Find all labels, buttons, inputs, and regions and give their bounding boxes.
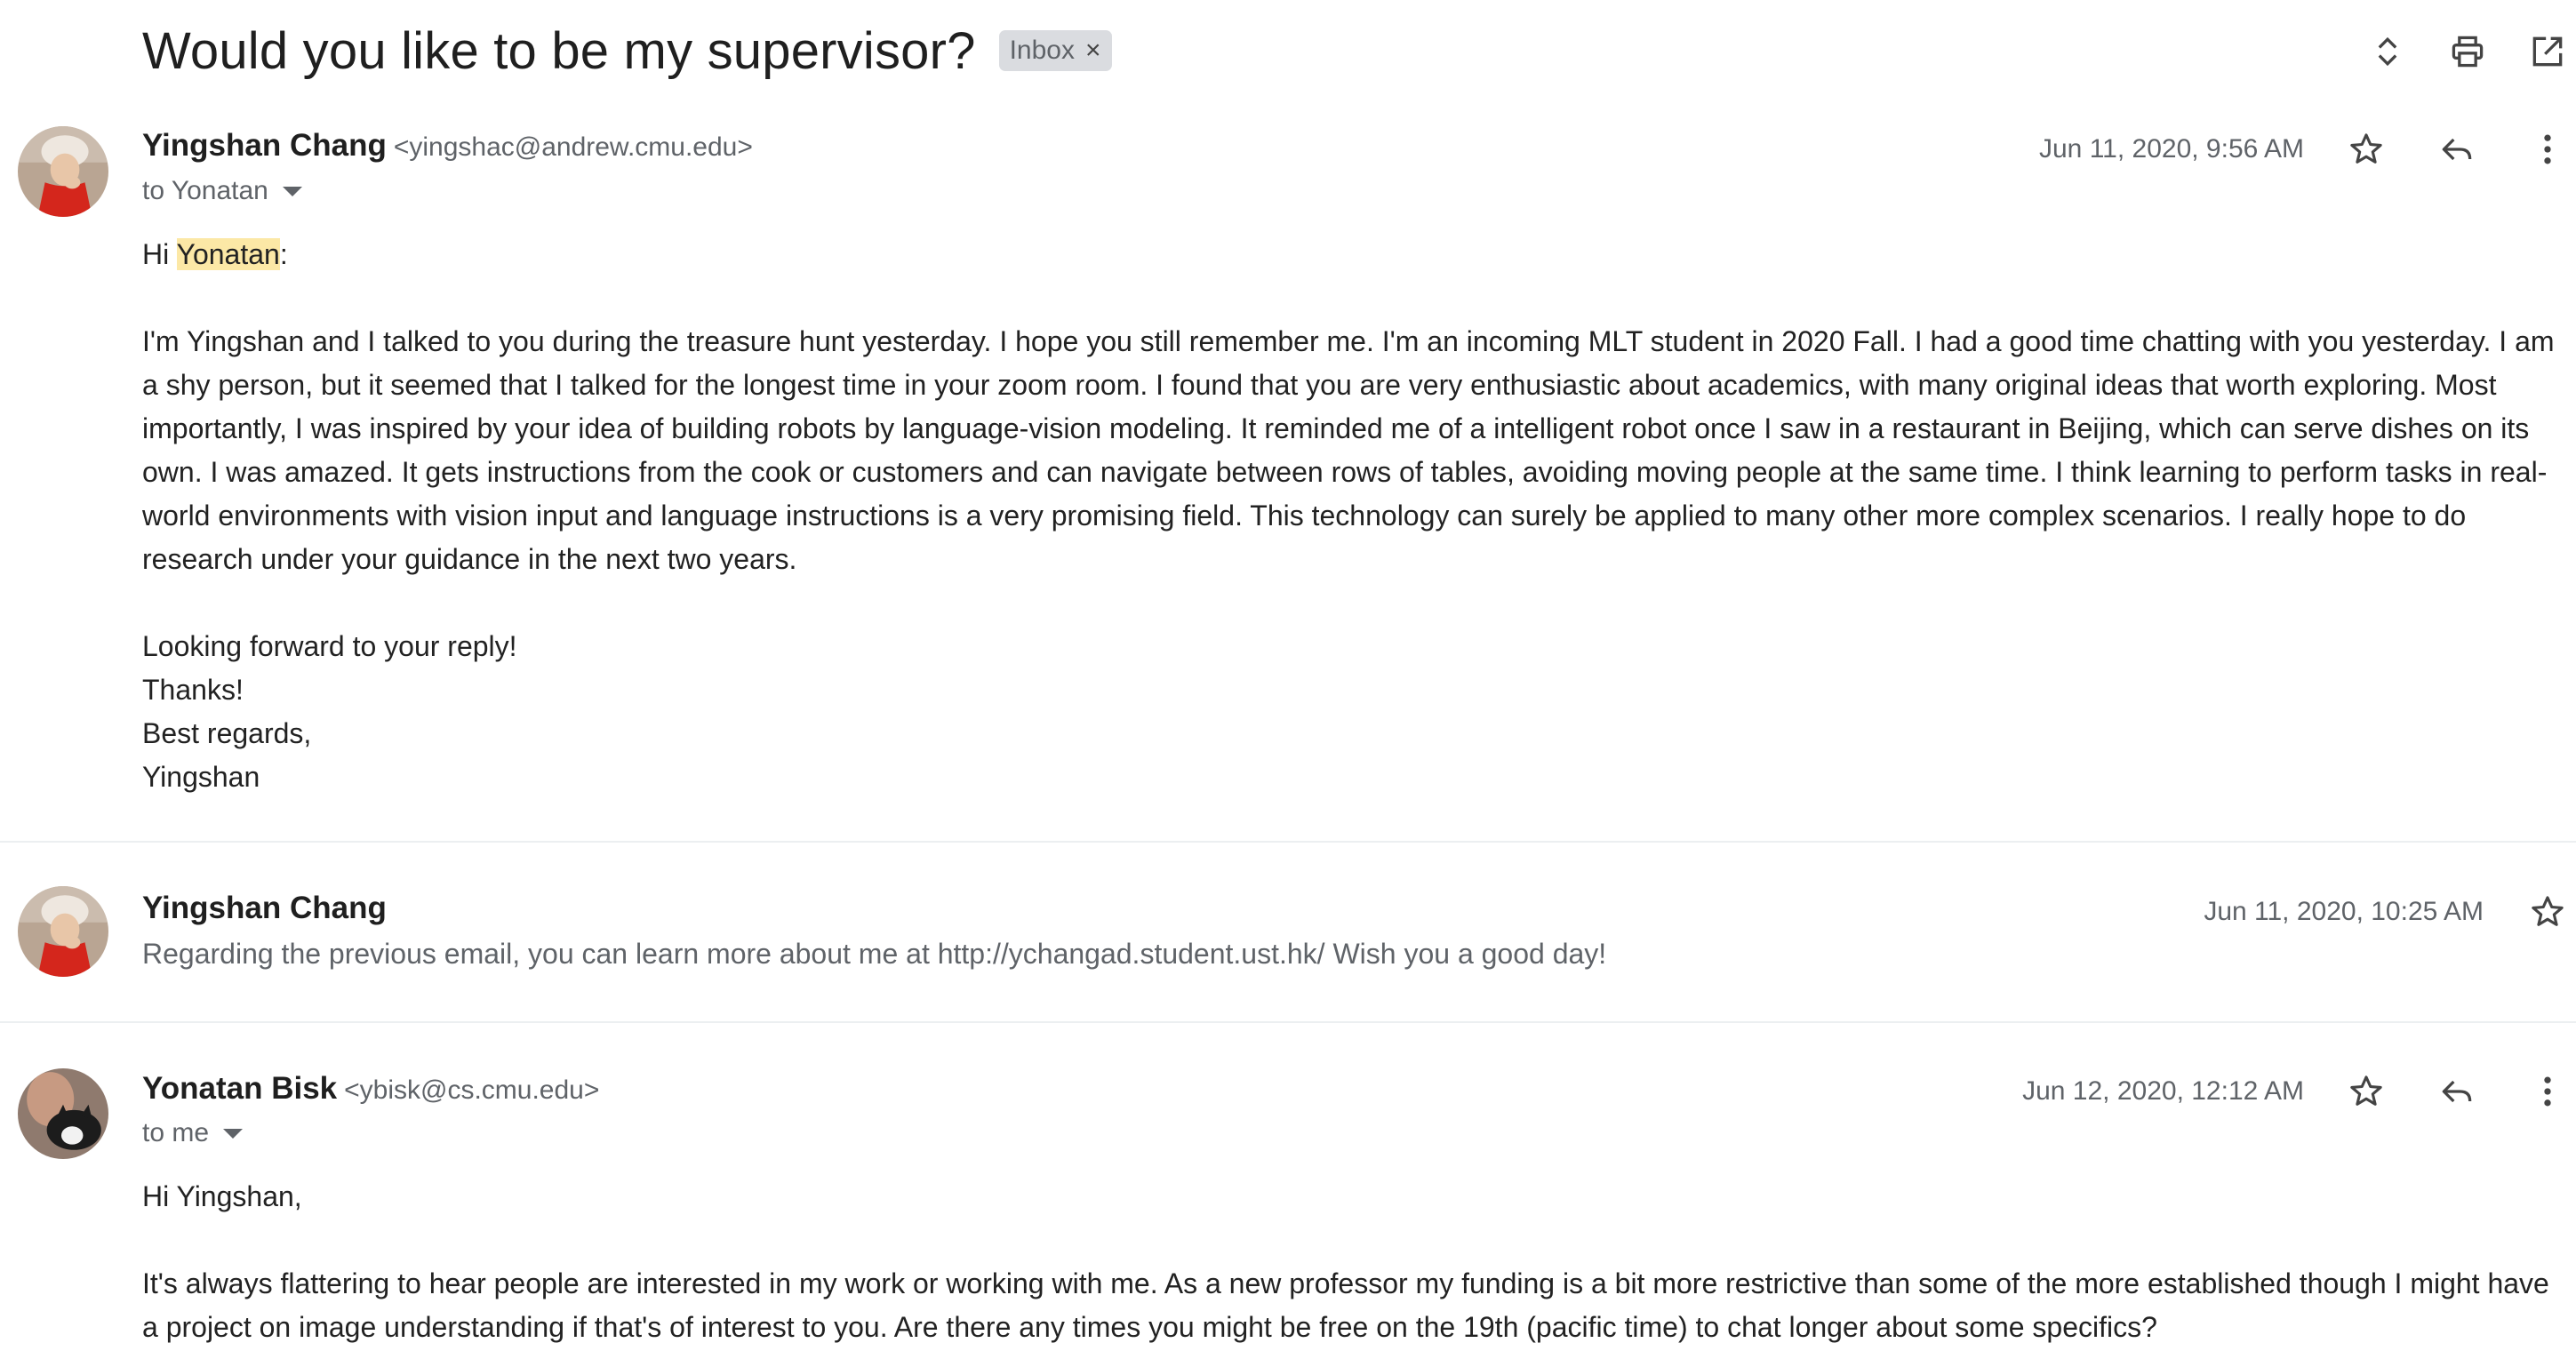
inbox-label-chip[interactable]: Inbox × <box>998 30 1112 71</box>
sender-name[interactable]: Yingshan Chang <box>142 128 387 164</box>
reply-icon[interactable] <box>2428 121 2485 178</box>
more-options-icon[interactable] <box>2519 1063 2576 1120</box>
message-meta: Jun 11, 2020, 10:25 AM <box>2204 883 2576 940</box>
message-body: Hi Yonatan: I'm Yingshan and I talked to… <box>142 233 2567 799</box>
sender-line: Yingshan Chang <box>142 891 387 926</box>
print-icon[interactable] <box>2439 23 2496 80</box>
expand-collapse-icon[interactable] <box>2359 23 2416 80</box>
recipient-details-caret-icon[interactable] <box>223 1128 244 1139</box>
message-body: Hi Yingshan, It's always flattering to h… <box>142 1175 2567 1349</box>
recipient-details-caret-icon[interactable] <box>282 186 302 196</box>
reply-icon[interactable] <box>2428 1063 2485 1120</box>
body-paragraph: I'm Yingshan and I talked to you during … <box>142 325 2555 575</box>
avatar[interactable] <box>18 1068 108 1159</box>
recipient-line: to me <box>142 1118 244 1148</box>
avatar[interactable] <box>18 126 108 217</box>
star-icon[interactable] <box>2338 121 2395 178</box>
message-date: Jun 11, 2020, 10:25 AM <box>2204 897 2484 926</box>
greeting-prefix: Hi <box>142 238 177 270</box>
closing-line: Thanks! <box>142 674 244 706</box>
thread-subject: Would you like to be my supervisor? <box>142 21 976 80</box>
open-new-window-icon[interactable] <box>2519 23 2576 80</box>
message-date: Jun 12, 2020, 12:12 AM <box>2022 1076 2304 1106</box>
sender-email: <ybisk@cs.cmu.edu> <box>344 1075 600 1105</box>
message-date: Jun 11, 2020, 9:56 AM <box>2039 134 2304 164</box>
sender-email: <yingshac@andrew.cmu.edu> <box>393 132 753 162</box>
star-icon[interactable] <box>2519 883 2576 940</box>
message-meta: Jun 12, 2020, 12:12 AM <box>2022 1063 2576 1120</box>
message-snippet: Regarding the previous email, you can le… <box>142 938 1607 970</box>
message-divider <box>0 1021 2576 1023</box>
highlighted-name: Yonatan <box>176 238 280 270</box>
recipient-text: to Yonatan <box>142 176 268 205</box>
closing-line: Looking forward to your reply! <box>142 630 517 662</box>
email-thread-view: Would you like to be my supervisor? Inbo… <box>0 0 2576 1367</box>
body-paragraph: It's always flattering to hear people ar… <box>142 1267 2549 1343</box>
subject-row: Would you like to be my supervisor? Inbo… <box>142 18 1112 84</box>
avatar[interactable] <box>18 886 108 977</box>
recipient-text: to me <box>142 1118 210 1147</box>
label-text: Inbox <box>1009 36 1075 65</box>
message-divider <box>0 841 2576 843</box>
more-options-icon[interactable] <box>2519 121 2576 178</box>
sender-line: Yingshan Chang <yingshac@andrew.cmu.edu> <box>142 128 753 164</box>
sender-line: Yonatan Bisk <ybisk@cs.cmu.edu> <box>142 1071 599 1107</box>
sender-name[interactable]: Yonatan Bisk <box>142 1071 337 1107</box>
sender-name[interactable]: Yingshan Chang <box>142 891 387 926</box>
thread-actions <box>2336 23 2576 80</box>
star-icon[interactable] <box>2338 1063 2395 1120</box>
closing-line: Best regards, <box>142 717 312 749</box>
greeting: Hi Yonatan: <box>142 233 2567 276</box>
signature: Yingshan <box>142 761 260 793</box>
message-meta: Jun 11, 2020, 9:56 AM <box>2039 121 2576 178</box>
recipient-line: to Yonatan <box>142 176 302 206</box>
remove-label-icon[interactable]: × <box>1085 36 1101 66</box>
greeting-suffix: : <box>279 238 288 270</box>
greeting: Hi Yingshan, <box>142 1180 302 1212</box>
